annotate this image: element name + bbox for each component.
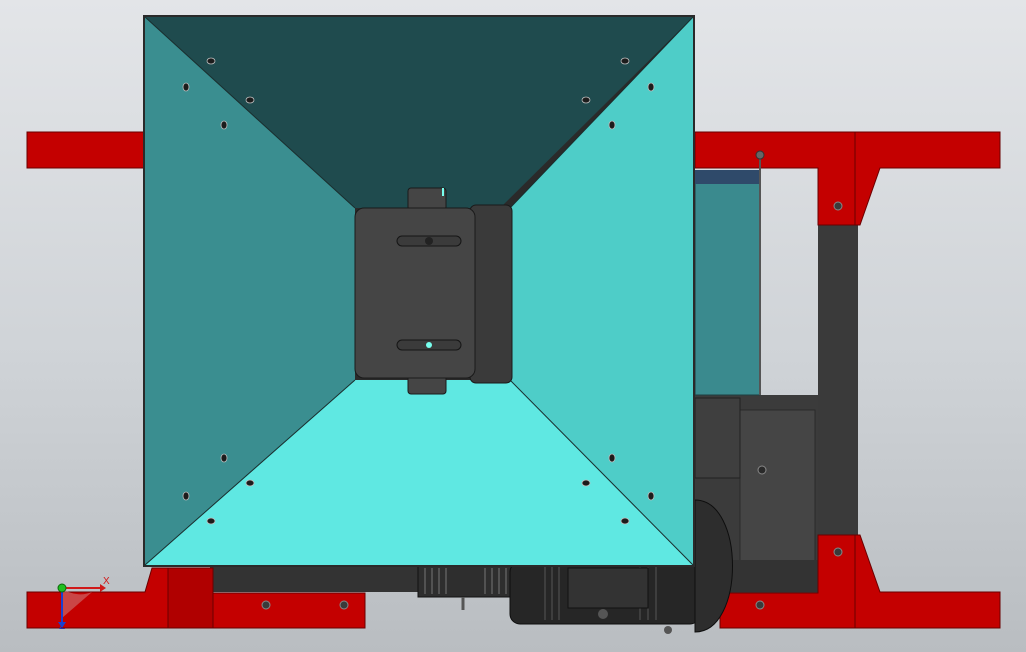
motor-bolt (598, 609, 608, 619)
side-panel (694, 182, 761, 396)
hopper-hole (220, 120, 228, 130)
hopper-hole (581, 479, 591, 487)
frame-bolt-hole (833, 201, 843, 211)
side-bracket (739, 409, 816, 581)
frame-bolt-hole (339, 600, 349, 610)
plate-slot-bolt (426, 342, 432, 348)
hopper-hole (245, 96, 255, 104)
frame-arm-left-top (26, 131, 146, 169)
hopper-hole (620, 57, 630, 65)
hopper-hole (206, 517, 216, 525)
hopper-hole (647, 82, 655, 92)
hopper-hole (608, 453, 616, 463)
side-bracket-lower (694, 397, 741, 479)
frame-left-bottom-block (167, 567, 214, 629)
axis-z-label: Z (59, 621, 66, 632)
side-bracket-hole (757, 465, 767, 475)
cad-viewport[interactable]: X Z (0, 0, 1026, 652)
motor-terminal-box (567, 567, 649, 609)
axis-x-label: X (103, 576, 110, 587)
frame-bolt-hole (261, 600, 271, 610)
hopper-hole (245, 479, 255, 487)
frame-bolt-hole (833, 547, 843, 557)
hopper-hole (620, 517, 630, 525)
motor-bolt (664, 626, 672, 634)
frame-bolt-hole (755, 600, 765, 610)
base-frame-rail-right (818, 165, 858, 585)
plate-slot-bolt (425, 237, 433, 245)
hopper-hole (206, 57, 216, 65)
hopper-hole (608, 120, 616, 130)
model-view[interactable] (0, 0, 1026, 652)
plate-tab-top (407, 187, 447, 211)
hopper-hole (220, 453, 228, 463)
side-panel-top (695, 170, 760, 184)
hopper-hole (182, 491, 190, 501)
mounting-plate (354, 207, 476, 379)
hopper-hole (581, 96, 591, 104)
hopper-hole (647, 491, 655, 501)
plate-back (469, 204, 513, 384)
hopper-hole (182, 82, 190, 92)
side-rod-cap (755, 150, 765, 160)
